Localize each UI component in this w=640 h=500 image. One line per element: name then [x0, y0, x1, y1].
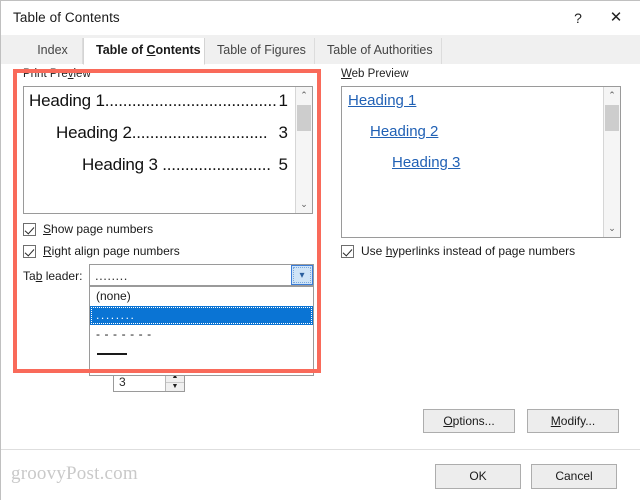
print-preview-panel: Heading 1...............................… [23, 86, 313, 214]
tab-table-of-authorities[interactable]: Table of Authorities [315, 38, 442, 64]
web-link-heading-3[interactable]: Heading 3 [392, 154, 460, 171]
preview-line-heading-2: Heading 2.............................. [56, 123, 268, 142]
web-preview-content: Heading 1 Heading 2 Heading 3 [342, 87, 602, 237]
checkbox-box[interactable] [23, 223, 36, 236]
checkbox-label: Right align page numbers [43, 244, 180, 258]
scroll-down-icon[interactable]: ⌄ [296, 196, 312, 213]
help-icon[interactable]: ? [566, 7, 590, 29]
spinner-down-arrow-icon[interactable]: ▼ [166, 382, 184, 392]
tab-leader-label: Tab leader: [23, 269, 83, 283]
modify-button[interactable]: Modify... [527, 409, 619, 433]
tab-leader-dropdown-list[interactable]: (none) ........ - - - - - - - [89, 286, 314, 376]
table-of-contents-dialog: Table of Contents ? ✕ Index Table of Con… [0, 0, 640, 500]
scrollbar-thumb[interactable] [605, 105, 619, 131]
window-title: Table of Contents [13, 10, 120, 25]
preview-page-1: 1 [278, 91, 288, 110]
dialog-body: Print Preview Heading 1.................… [1, 64, 640, 449]
dialog-footer: groovyPost.com OK Cancel [1, 449, 640, 500]
tab-label-table-of-contents: Table of Contents [96, 43, 201, 57]
web-link-heading-1[interactable]: Heading 1 [348, 92, 416, 109]
dropdown-option-solid-line[interactable] [90, 344, 313, 363]
options-button[interactable]: Options... [423, 409, 515, 433]
dropdown-option-none[interactable]: (none) [90, 287, 313, 306]
solid-line-icon [97, 353, 127, 355]
title-bar: Table of Contents ? ✕ [1, 1, 640, 35]
checkbox-box[interactable] [23, 245, 36, 258]
preview-page-3: 5 [278, 155, 288, 174]
print-preview-content: Heading 1...............................… [24, 87, 294, 213]
checkbox-box[interactable] [341, 245, 354, 258]
watermark: groovyPost.com [11, 463, 138, 484]
preview-line-heading-3: Heading 3 ........................ [82, 155, 271, 174]
cancel-button[interactable]: Cancel [531, 464, 617, 489]
web-preview-scrollbar[interactable]: ⌃ ⌄ [603, 87, 620, 237]
tab-leader-value: ........ [95, 268, 128, 283]
web-preview-label: Web Preview [341, 68, 409, 80]
close-icon[interactable]: ✕ [604, 7, 628, 29]
dropdown-option-dashes[interactable]: - - - - - - - [90, 325, 313, 344]
tab-table-of-contents[interactable]: Table of Contents [83, 38, 205, 65]
scrollbar-thumb[interactable] [297, 105, 311, 131]
scroll-up-icon[interactable]: ⌃ [604, 87, 620, 104]
print-preview-scrollbar[interactable]: ⌃ ⌄ [295, 87, 312, 213]
tab-leader-combobox[interactable]: ........ ▾ [89, 264, 314, 286]
show-levels-value: 3 [119, 375, 126, 389]
ok-button[interactable]: OK [435, 464, 521, 489]
scroll-up-icon[interactable]: ⌃ [296, 87, 312, 104]
preview-line-heading-1: Heading 1...............................… [29, 91, 277, 110]
tab-index[interactable]: Index [23, 38, 83, 64]
dropdown-option-dots[interactable]: ........ [90, 306, 313, 325]
preview-page-2: 3 [278, 123, 288, 142]
checkbox-label: Show page numbers [43, 222, 154, 236]
checkbox-label: Use hyperlinks instead of page numbers [361, 244, 576, 258]
web-preview-panel: Heading 1 Heading 2 Heading 3 ⌃ ⌄ [341, 86, 621, 238]
tab-table-of-figures[interactable]: Table of Figures [205, 38, 315, 64]
chevron-down-icon[interactable]: ▾ [291, 265, 313, 285]
web-link-heading-2[interactable]: Heading 2 [370, 123, 438, 140]
tab-strip: Index Table of Contents Table of Figures… [1, 35, 640, 65]
scroll-down-icon[interactable]: ⌄ [604, 220, 620, 237]
print-preview-label: Print Preview [23, 68, 91, 80]
